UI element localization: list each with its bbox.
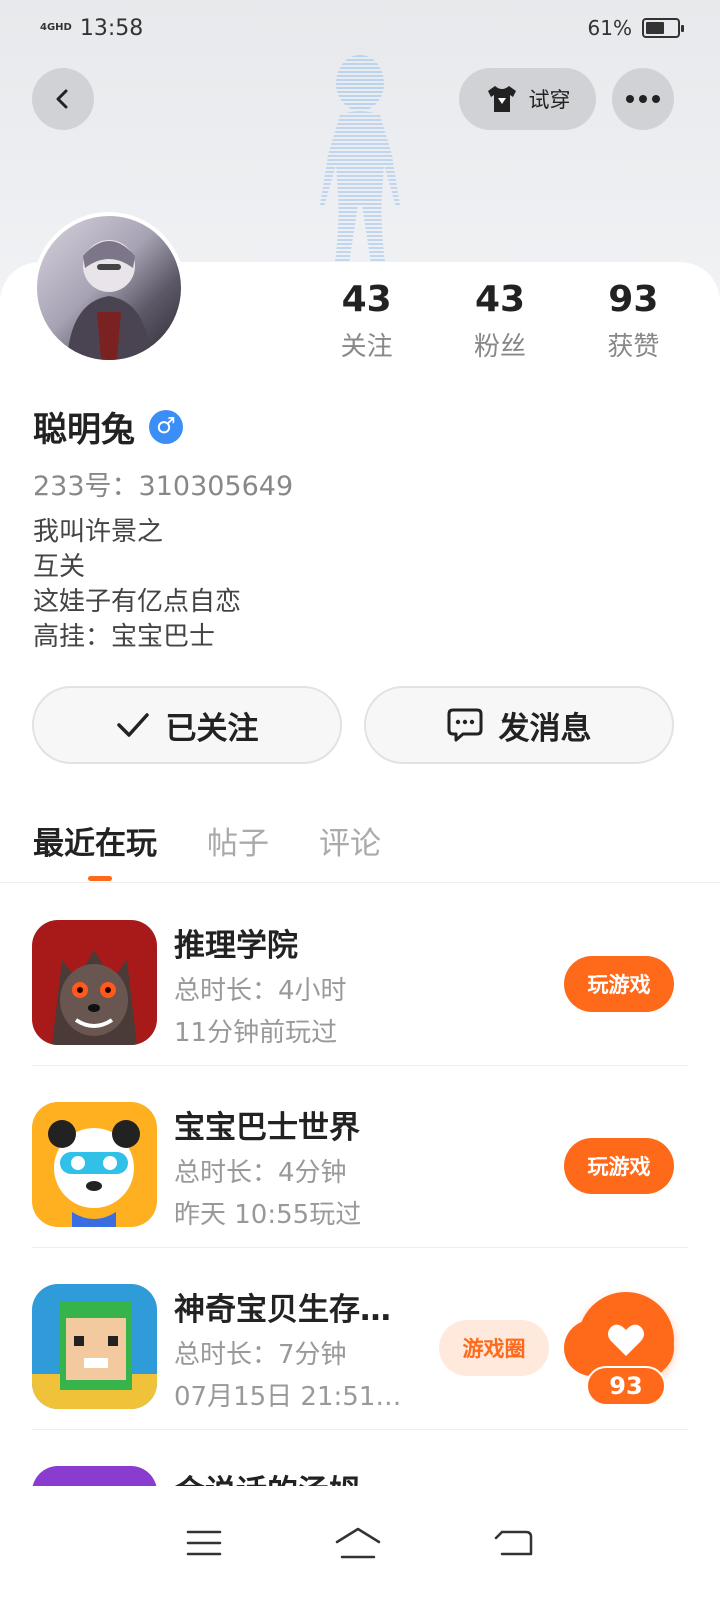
profile-tabs: 最近在玩 帖子 评论 [33,818,381,863]
game-row[interactable]: 会说话的汤姆… [32,1430,688,1486]
chat-bubble-icon [447,708,482,742]
likes-stat[interactable]: 93 获赞 [567,278,700,363]
followers-stat[interactable]: 43 粉丝 [433,278,566,363]
game-duration: 总时长：4分钟 [174,1158,347,1188]
followed-button[interactable]: 已关注 [32,686,342,764]
profile-stats: 43 关注 43 粉丝 93 获赞 [300,278,700,363]
like-count: 93 [586,1366,666,1406]
tab-posts[interactable]: 帖子 [207,818,269,863]
send-message-label: 发消息 [498,710,592,747]
battery-icon [642,18,684,38]
tab-divider [0,882,720,883]
try-on-button[interactable]: 试穿 [459,68,596,130]
block-character-game-icon [32,1284,157,1409]
game-duration: 总时长：7分钟 [174,1340,347,1370]
send-message-button[interactable]: 发消息 [364,686,674,764]
game-last-played: 11分钟前玩过 [174,1018,338,1048]
battery-percent: 61% [587,16,632,40]
menu-icon[interactable] [186,1529,222,1557]
game-circle-button[interactable]: 游戏圈 [439,1320,549,1376]
network-indicator: 4GHD [40,22,72,33]
battery-fill [646,22,665,34]
back-button[interactable] [32,68,94,130]
bio-line: 高挂：宝宝巴士 [33,622,216,652]
following-stat[interactable]: 43 关注 [300,278,433,363]
avatar[interactable] [33,212,185,364]
user-id: 233号：310305649 [33,471,294,502]
user-name: 聪明兔 [33,410,135,450]
game-last-played: 07月15日 21:51… [174,1382,402,1412]
game-duration: 总时长：4小时 [174,976,347,1006]
panda-game-icon [32,1102,157,1227]
bio-line: 我叫许景之 [33,517,164,547]
bio-line: 这娃子有亿点自恋 [33,587,242,617]
shirt-icon [487,86,516,112]
tom-cat-game-icon [32,1466,157,1486]
system-navigation-bar [0,1486,720,1600]
name-row: 聪明兔 ♂ [33,402,183,451]
game-name: 会说话的汤姆… [174,1466,391,1486]
following-count: 43 [341,279,392,320]
play-game-button[interactable]: 玩游戏 [564,956,674,1012]
game-row[interactable]: 宝宝巴士世界 总时长：4分钟 昨天 10:55玩过 玩游戏 [32,1066,688,1248]
followers-label: 粉丝 [473,332,526,362]
home-icon[interactable] [334,1526,382,1560]
tab-recently-played[interactable]: 最近在玩 [33,818,157,863]
male-gender-icon: ♂ [149,409,183,444]
game-last-played: 昨天 10:55玩过 [174,1200,362,1230]
game-row[interactable]: 推理学院 总时长：4小时 11分钟前玩过 玩游戏 [32,884,688,1066]
more-button[interactable] [612,68,674,130]
werewolf-game-icon [32,920,157,1045]
active-tab-indicator [88,876,112,881]
more-dots-icon [626,95,660,103]
3d-avatar-figure [320,55,400,270]
likes-count: 93 [608,279,659,320]
check-icon [116,713,149,737]
followed-label: 已关注 [165,710,259,747]
status-time: 13:58 [79,15,144,41]
followers-count: 43 [474,279,526,320]
chevron-left-icon [56,89,68,109]
game-name: 推理学院 [174,928,298,964]
likes-label: 获赞 [607,332,660,362]
heart-icon [608,1324,644,1356]
following-label: 关注 [340,332,393,362]
user-bio: 我叫许景之 互关 这娃子有亿点自恋 高挂：宝宝巴士 [33,515,241,655]
status-bar: 4GHD 13:58 61% [0,0,720,56]
play-game-button[interactable]: 玩游戏 [564,1138,674,1194]
game-name: 神奇宝贝生存… [174,1292,391,1328]
avatar-image [67,240,151,360]
try-on-label: 试穿 [528,88,571,112]
bio-line: 互关 [33,552,86,582]
game-name: 宝宝巴士世界 [174,1110,360,1146]
back-nav-icon[interactable] [494,1528,534,1558]
tab-comments[interactable]: 评论 [319,818,381,863]
